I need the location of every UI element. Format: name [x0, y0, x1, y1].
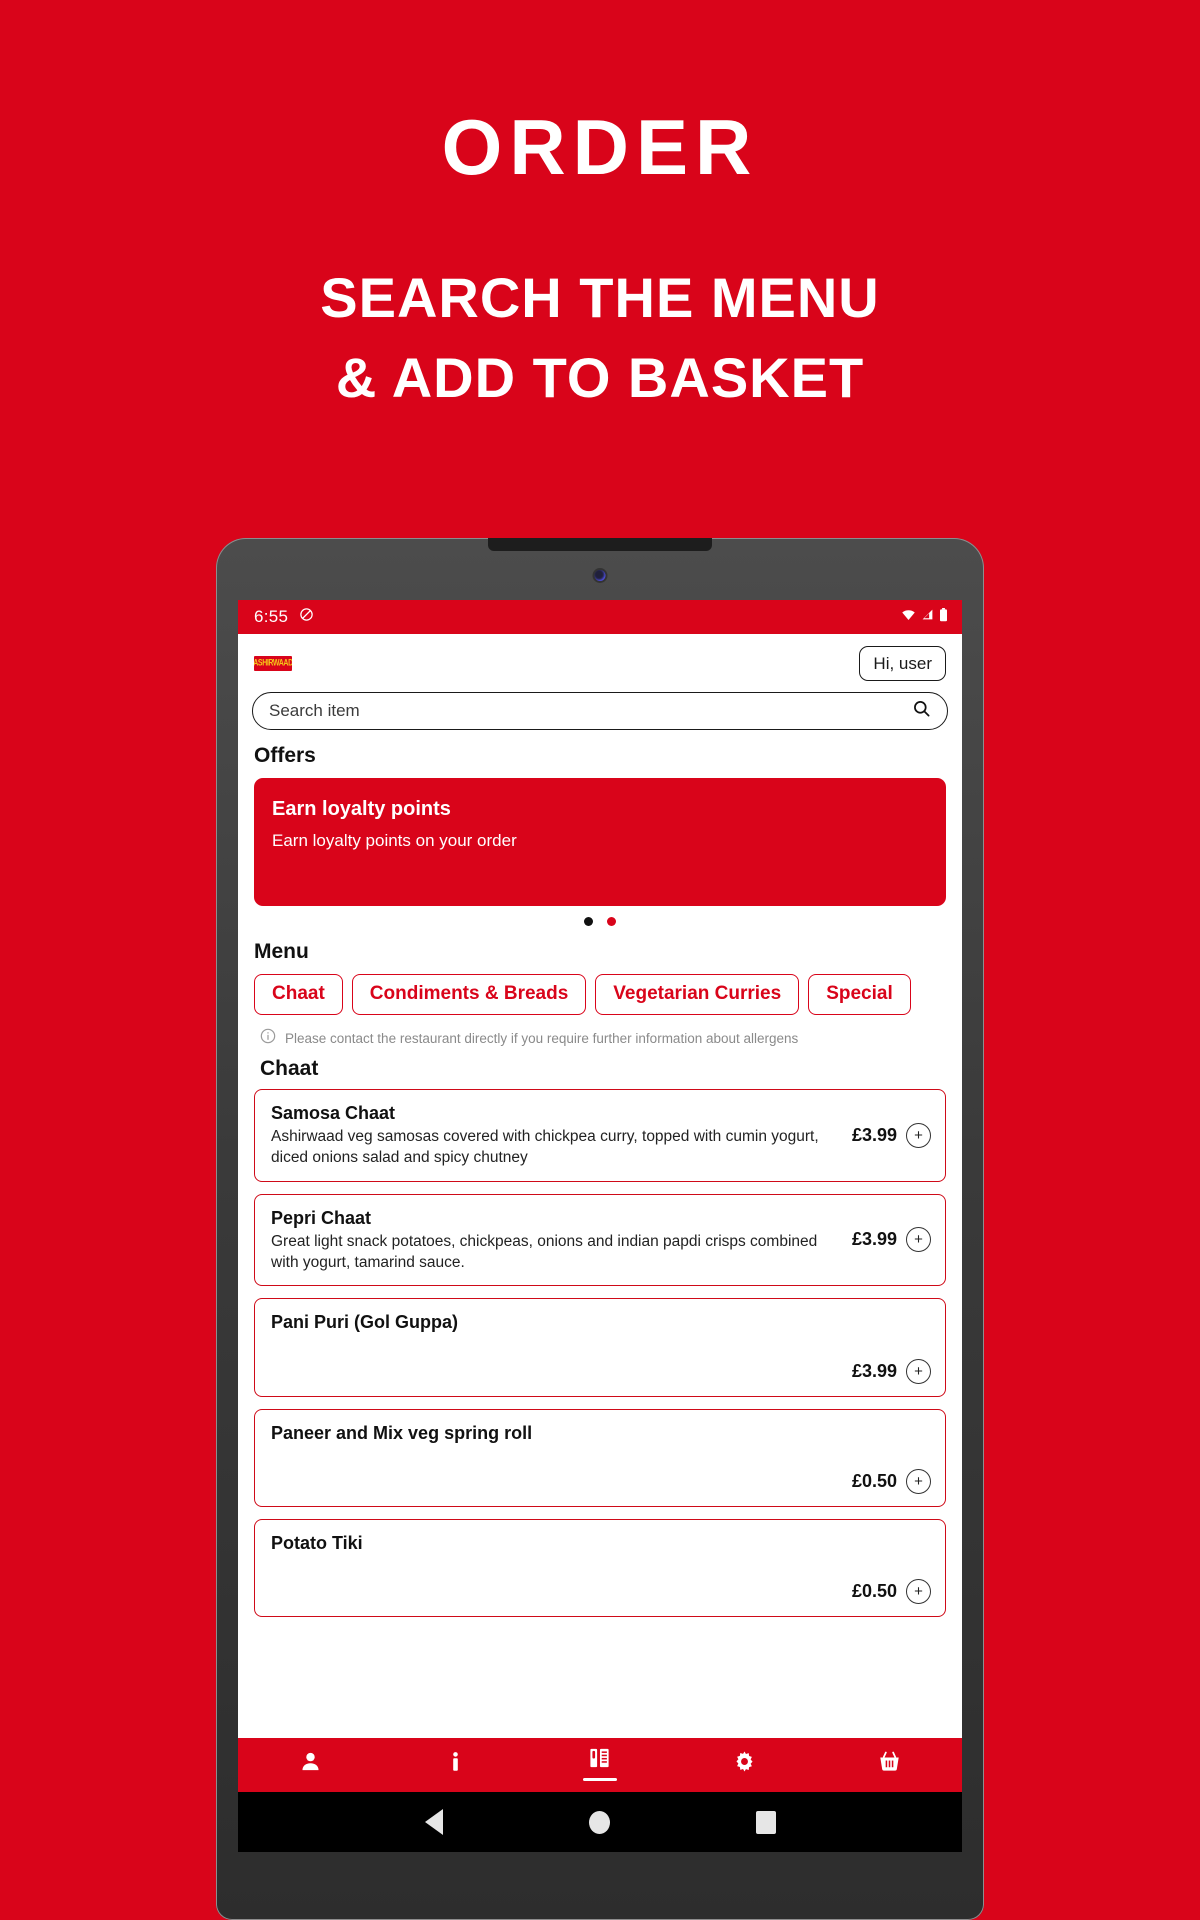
- nav-basket[interactable]: [854, 1750, 926, 1778]
- back-triangle-icon[interactable]: [424, 1809, 443, 1835]
- recents-square-icon[interactable]: [755, 1810, 776, 1834]
- nav-info[interactable]: [419, 1750, 491, 1778]
- menu-group-title: Chaat: [260, 1056, 319, 1080]
- status-bar-left: 6:55: [254, 607, 314, 627]
- menu-item-description: Ashirwaad veg samosas covered with chick…: [271, 1128, 819, 1166]
- battery-icon: [939, 607, 948, 627]
- menu-item-row[interactable]: Potato Tiki £0.50 +: [254, 1518, 946, 1618]
- menu-item-name: Paneer and Mix veg spring roll: [271, 1422, 533, 1443]
- tablet-screen: 6:55 ASHIRWAAD Hi, user Search item Offe…: [238, 600, 962, 1790]
- brand-logo-text: ASHIRWAAD: [254, 658, 292, 668]
- promo-subtitle-line1: SEARCH THE MENU: [320, 266, 880, 329]
- menu-item-price: £3.99: [851, 1229, 897, 1250]
- status-time: 6:55: [254, 607, 289, 626]
- tablet-device-frame: 6:55 ASHIRWAAD Hi, user Search item Offe…: [216, 538, 984, 1920]
- info-icon: [444, 1750, 467, 1778]
- device-speaker-grille: [488, 538, 712, 551]
- carousel-dot-1[interactable]: [584, 917, 593, 926]
- menu-item-price: £3.99: [851, 1360, 897, 1381]
- menu-item-description: Great light snack potatoes, chickpeas, o…: [271, 1232, 818, 1271]
- menu-item-name: Pani Puri (Gol Guppa): [271, 1312, 459, 1333]
- promo-subtitle-line2: & ADD TO BASKET: [335, 345, 865, 409]
- add-to-basket-button[interactable]: +: [906, 1227, 931, 1253]
- menu-item-name: Samosa Chaat: [271, 1102, 396, 1123]
- menu-item-actions: £3.99 +: [851, 1122, 931, 1148]
- nav-settings[interactable]: [709, 1750, 781, 1778]
- promo-title: ORDER: [441, 103, 759, 191]
- menu-item-actions: £0.50 +: [851, 1468, 931, 1494]
- menu-item-row[interactable]: Pepri Chaat Great light snack potatoes, …: [254, 1193, 946, 1287]
- category-chip-vegetarian-curries[interactable]: Vegetarian Curries: [595, 974, 800, 1015]
- search-input[interactable]: Search item: [252, 692, 948, 730]
- menu-item-actions: £3.99 +: [851, 1358, 931, 1384]
- carousel-dot-2[interactable]: [607, 917, 616, 926]
- nav-active-indicator: [582, 1778, 617, 1781]
- nav-menu[interactable]: [564, 1747, 636, 1781]
- menu-item-name: Pepri Chaat: [271, 1207, 372, 1228]
- android-system-nav[interactable]: [238, 1790, 962, 1852]
- promo-banner: ORDER SEARCH THE MENU & ADD TO BASKET: [0, 0, 1200, 417]
- search-placeholder: Search item: [269, 701, 360, 720]
- search-icon[interactable]: [912, 699, 931, 723]
- carousel-indicator: [238, 906, 962, 926]
- user-greeting-button[interactable]: Hi, user: [859, 645, 946, 681]
- basket-icon: [878, 1750, 901, 1778]
- status-bar: 6:55: [238, 600, 962, 634]
- category-chip-condiments-breads[interactable]: Condiments & Breads: [351, 974, 587, 1015]
- menu-item-row[interactable]: Paneer and Mix veg spring roll £0.50 +: [254, 1408, 946, 1507]
- menu-item-actions: £0.50 +: [851, 1579, 931, 1605]
- status-bar-right: [901, 607, 948, 627]
- person-icon: [299, 1750, 322, 1778]
- category-chip-chaat[interactable]: Chaat: [254, 974, 343, 1015]
- offers-carousel: Earn loyalty points Earn loyalty points …: [238, 778, 962, 906]
- offer-card-title: Earn loyalty points: [272, 798, 451, 820]
- menu-item-info: Paneer and Mix veg spring roll: [271, 1422, 931, 1445]
- search-section: Search item: [238, 692, 962, 730]
- nav-account[interactable]: [274, 1750, 346, 1778]
- bottom-navigation-bar[interactable]: [238, 1738, 962, 1790]
- menu-board-icon: [588, 1747, 611, 1775]
- menu-heading: Menu: [254, 940, 309, 963]
- gear-icon: [733, 1750, 756, 1778]
- menu-item-price: £0.50: [851, 1470, 897, 1491]
- offer-card[interactable]: Earn loyalty points Earn loyalty points …: [254, 778, 946, 906]
- menu-item-info: Potato Tiki: [271, 1532, 931, 1555]
- menu-item-info: Samosa Chaat Ashirwaad veg samosas cover…: [271, 1102, 844, 1169]
- device-front-camera: [594, 570, 606, 581]
- app-header: ASHIRWAAD Hi, user: [238, 634, 962, 692]
- promo-subtitle: SEARCH THE MENU & ADD TO BASKET: [0, 258, 1200, 417]
- offers-heading: Offers: [254, 744, 316, 767]
- menu-item-name: Potato Tiki: [271, 1532, 363, 1553]
- offer-card-subtitle: Earn loyalty points on your order: [272, 831, 517, 850]
- allergen-notice-text: Please contact the restaurant directly i…: [285, 1030, 799, 1046]
- add-to-basket-button[interactable]: +: [906, 1468, 931, 1494]
- menu-item-list: Samosa Chaat Ashirwaad veg samosas cover…: [238, 1088, 962, 1790]
- add-to-basket-button[interactable]: +: [906, 1122, 931, 1148]
- home-circle-icon[interactable]: [588, 1810, 610, 1834]
- add-to-basket-button[interactable]: +: [906, 1579, 931, 1605]
- do-not-disturb-icon: [299, 607, 314, 627]
- menu-item-row[interactable]: Samosa Chaat Ashirwaad veg samosas cover…: [254, 1088, 946, 1182]
- info-icon: [260, 1028, 276, 1049]
- wifi-icon: [901, 608, 916, 626]
- brand-logo-icon[interactable]: ASHIRWAAD: [254, 655, 292, 671]
- category-chip-special[interactable]: Special: [808, 974, 911, 1015]
- menu-item-price: £3.99: [851, 1124, 897, 1145]
- menu-item-info: Pepri Chaat Great light snack potatoes, …: [271, 1207, 844, 1274]
- cellular-signal-icon: [921, 608, 934, 626]
- category-chip-list[interactable]: Chaat Condiments & Breads Vegetarian Cur…: [238, 974, 962, 1015]
- allergen-notice: Please contact the restaurant directly i…: [238, 1015, 962, 1049]
- menu-item-actions: £3.99 +: [851, 1227, 931, 1253]
- menu-item-row[interactable]: Pani Puri (Gol Guppa) £3.99 +: [254, 1298, 946, 1397]
- menu-item-price: £0.50: [851, 1581, 897, 1602]
- menu-item-info: Pani Puri (Gol Guppa): [271, 1311, 931, 1334]
- add-to-basket-button[interactable]: +: [906, 1358, 931, 1384]
